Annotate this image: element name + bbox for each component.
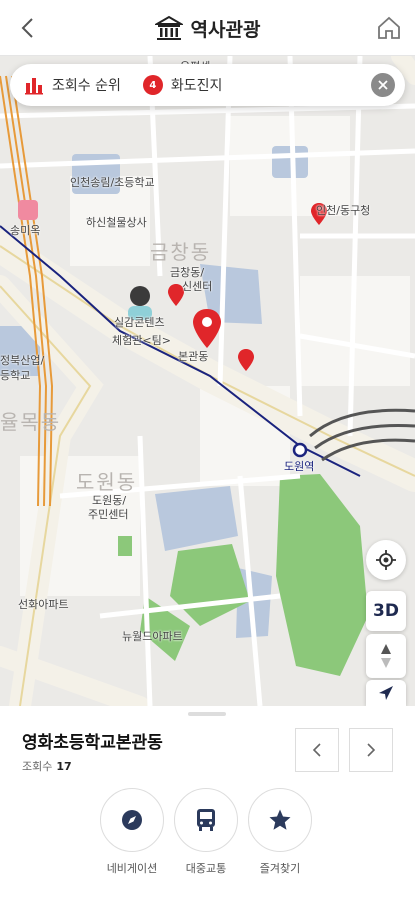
action-buttons: 네비게이션 대중교통 즐겨찾기 — [100, 788, 312, 876]
navigation-arrow-icon — [379, 686, 393, 700]
map-label: 뉴월드아파트 — [122, 630, 183, 643]
navigation-action[interactable]: 네비게이션 — [100, 788, 164, 876]
map-label: 정북산업/ — [0, 354, 45, 367]
map-label: 본관동 — [178, 350, 209, 363]
filter-bar: 조회수 순위 4 화도진지 — [10, 64, 405, 106]
view-count-label: 조회수 — [22, 760, 53, 773]
map-label: 체험관<팀> — [112, 334, 171, 347]
chevron-left-icon — [312, 743, 321, 757]
next-place-button[interactable] — [349, 728, 393, 772]
map-area-label: 도원동 — [76, 470, 138, 494]
count-badge: 4 — [142, 75, 163, 95]
navigation-button[interactable] — [100, 788, 164, 852]
sheet-drag-handle[interactable] — [188, 712, 226, 716]
transit-action[interactable]: 대중교통 — [174, 788, 238, 876]
map-label: 신센터 — [182, 280, 213, 293]
selected-place-label: 화도진지 — [170, 78, 223, 94]
place-pager — [295, 728, 393, 772]
locate-me-button[interactable] — [366, 540, 406, 580]
map-label: 인천/동구청 — [316, 204, 371, 217]
favorite-button[interactable] — [248, 788, 312, 852]
ranking-filter-label: 조회수 순위 — [52, 78, 121, 94]
selected-place-chip[interactable]: 4 화도진지 — [142, 75, 223, 95]
view-count: 조회수 17 — [22, 758, 72, 774]
favorite-label: 즐겨찾기 — [259, 862, 301, 875]
transit-label: 대중교통 — [185, 862, 227, 875]
star-icon — [269, 809, 291, 830]
map-label: 등학교 — [0, 369, 31, 382]
map-label: 실감콘텐츠 — [114, 316, 165, 329]
map-label: 인천송림/초등학교 — [70, 176, 155, 189]
page-title: 역사관광 — [190, 18, 261, 41]
favorite-action[interactable]: 즐겨찾기 — [248, 788, 312, 876]
header-title-group: 역사관광 — [0, 10, 415, 46]
app-header: 역사관광 — [0, 0, 415, 56]
directions-button[interactable] — [366, 680, 406, 706]
map-station-label: 도원역 — [284, 460, 315, 473]
close-icon — [378, 80, 388, 90]
museum-icon — [154, 15, 183, 40]
map-label: 선화아파트 — [18, 598, 69, 611]
map-view[interactable]: 인천송림/초등학교 하신철물상사 송미옥 금창동 금창동/ 신센터 실감콘텐츠 … — [0, 56, 415, 706]
compass-icon — [122, 810, 142, 830]
map-area-label: 율목동 — [0, 410, 62, 434]
navigation-label: 네비게이션 — [106, 862, 158, 875]
map-label: 주민센터 — [88, 508, 129, 521]
transit-button[interactable] — [174, 788, 238, 852]
3d-toggle-button[interactable]: 3D — [366, 591, 406, 631]
view-count-value: 17 — [56, 760, 72, 773]
compass-button[interactable] — [366, 634, 406, 678]
north-arrow-icon — [381, 644, 391, 668]
previous-place-button[interactable] — [295, 728, 339, 772]
map-label: 하신철물상사 — [86, 216, 147, 229]
place-name: 영화초등학교본관동 — [22, 733, 163, 753]
map-area-label: 금창동 — [150, 240, 212, 264]
place-detail-sheet: 영화초등학교본관동 조회수 17 네비게이션 대중교통 즐겨찾기 — [0, 706, 415, 900]
map-label: 송미옥 — [10, 224, 41, 237]
clear-filter-button[interactable] — [371, 73, 395, 97]
bar-chart-icon — [25, 78, 43, 95]
chevron-right-icon — [367, 743, 376, 757]
ranking-filter[interactable]: 조회수 순위 — [24, 75, 121, 95]
bus-icon — [197, 809, 215, 831]
home-button[interactable] — [373, 12, 405, 44]
crosshair-icon — [376, 550, 396, 570]
home-icon — [378, 16, 400, 39]
